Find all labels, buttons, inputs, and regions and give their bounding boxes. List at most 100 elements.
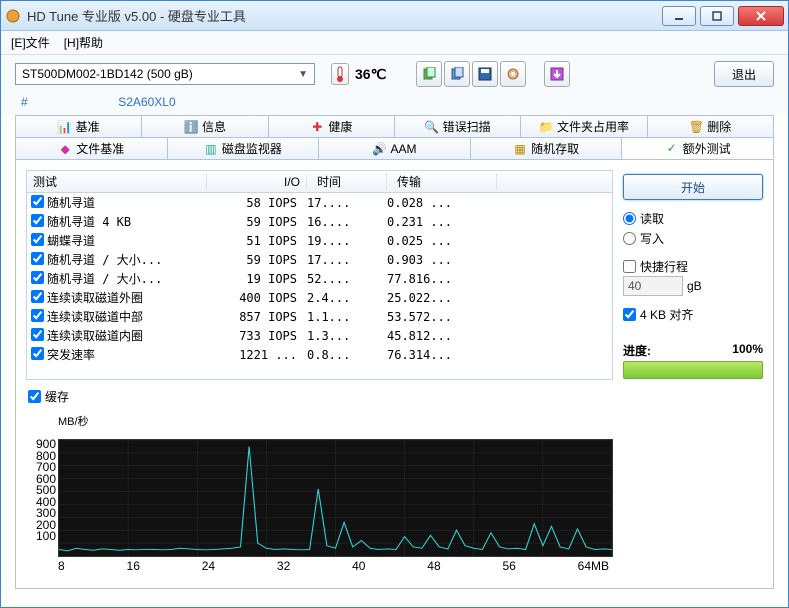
drive-select[interactable]: ST500DM002-1BD142 (500 gB) ▼: [15, 63, 315, 85]
tab-label: 额外测试: [683, 140, 731, 157]
row-checkbox[interactable]: [31, 233, 44, 246]
copy-info-button[interactable]: [416, 61, 442, 87]
x-tick: 48: [427, 559, 440, 573]
minimize-button[interactable]: [662, 6, 696, 26]
toolbar-icons-2: [544, 61, 570, 87]
table-row[interactable]: 随机寻道 4 KB59 IOPS16....0.231 ...: [27, 212, 612, 231]
table-row[interactable]: 连续读取磁道外圈400 IOPS2.4...25.022...: [27, 288, 612, 307]
app-window: HD Tune 专业版 v5.00 - 硬盘专业工具 [E]文件 [H]帮助 S…: [0, 0, 789, 608]
download-button[interactable]: [544, 61, 570, 87]
save-button[interactable]: [472, 61, 498, 87]
row-checkbox[interactable]: [31, 214, 44, 227]
row-time: 2.4...: [307, 291, 387, 305]
row-test: 连续读取磁道中部: [47, 308, 207, 325]
row-checkbox[interactable]: [31, 309, 44, 322]
y-axis: 900800700600500400300200100: [26, 439, 58, 557]
tab-label: AAM: [390, 142, 416, 156]
tab-删除[interactable]: 🗑删除: [648, 115, 774, 137]
x-tick: 24: [202, 559, 215, 573]
row-checkbox[interactable]: [31, 290, 44, 303]
row-xfer: 0.028 ...: [387, 196, 497, 210]
row-checkbox[interactable]: [31, 252, 44, 265]
row-time: 16....: [307, 215, 387, 229]
row-time: 0.8...: [307, 348, 387, 362]
row-io: 59 IOPS: [207, 215, 307, 229]
tab-icon: 🔍: [425, 120, 439, 134]
app-icon: [5, 8, 21, 24]
row-io: 857 IOPS: [207, 310, 307, 324]
row-xfer: 0.231 ...: [387, 215, 497, 229]
row-checkbox[interactable]: [31, 271, 44, 284]
y-tick: 100: [26, 531, 56, 543]
row-time: 1.1...: [307, 310, 387, 324]
table-row[interactable]: 随机寻道58 IOPS17....0.028 ...: [27, 193, 612, 212]
cache-label: 缓存: [45, 388, 69, 405]
row-xfer: 45.812...: [387, 329, 497, 343]
x-axis: 816243240485664MB: [58, 557, 613, 573]
menu-file[interactable]: [E]文件: [11, 34, 50, 51]
menu-help[interactable]: [H]帮助: [64, 34, 103, 51]
header-transfer[interactable]: 传输: [387, 173, 497, 190]
short-stroke-unit: gB: [687, 279, 702, 293]
row-io: 400 IOPS: [207, 291, 307, 305]
serial-row: # S2A60XL0: [1, 93, 788, 115]
table-row[interactable]: 蝴蝶寻道51 IOPS19....0.025 ...: [27, 231, 612, 250]
tab-文件基准[interactable]: ◆文件基准: [15, 137, 168, 159]
start-button[interactable]: 开始: [623, 174, 763, 200]
table-row[interactable]: 突发速率1221 ...0.8...76.314...: [27, 345, 612, 364]
tab-label: 删除: [707, 118, 731, 135]
exit-button[interactable]: 退出: [714, 61, 774, 87]
table-row[interactable]: 随机寻道 / 大小...59 IOPS17....0.903 ...: [27, 250, 612, 269]
table-row[interactable]: 连续读取磁道中部857 IOPS1.1...53.572...: [27, 307, 612, 326]
tab-随机存取[interactable]: ▦随机存取: [471, 137, 623, 159]
tab-磁盘监视器[interactable]: ▥磁盘监视器: [168, 137, 320, 159]
row-xfer: 0.903 ...: [387, 253, 497, 267]
tab-icon: ▦: [513, 142, 527, 156]
tab-icon: 🔊: [372, 142, 386, 156]
table-row[interactable]: 随机寻道 / 大小...19 IOPS52....77.816...: [27, 269, 612, 288]
serial-hash: #: [21, 95, 111, 109]
tab-信息[interactable]: ℹ️信息: [142, 115, 268, 137]
header-time[interactable]: 时间: [307, 173, 387, 190]
tab-label: 文件基准: [76, 140, 124, 157]
row-checkbox[interactable]: [31, 195, 44, 208]
chart-area: MB/秒 900800700600500400300200100 8162432…: [26, 413, 613, 573]
cache-checkbox[interactable]: 缓存: [28, 388, 611, 405]
tab-AAM[interactable]: 🔊 AAM: [319, 137, 471, 159]
cache-checkbox-input[interactable]: [28, 390, 41, 403]
menubar: [E]文件 [H]帮助: [1, 31, 788, 55]
tab-基准[interactable]: 📊基准: [15, 115, 142, 137]
maximize-button[interactable]: [700, 6, 734, 26]
row-time: 17....: [307, 196, 387, 210]
table-header: 测试 I/O 时间 传输: [27, 171, 612, 193]
tab-错误扫描[interactable]: 🔍错误扫描: [395, 115, 521, 137]
x-tick: 56: [502, 559, 515, 573]
table-row[interactable]: 连续读取磁道内圈733 IOPS1.3...45.812...: [27, 326, 612, 345]
x-tick: 8: [58, 559, 65, 573]
write-radio[interactable]: 写入: [623, 228, 763, 248]
tab-icon: ℹ️: [184, 120, 198, 134]
row-checkbox[interactable]: [31, 347, 44, 360]
tab-额外测试[interactable]: ✓额外测试: [622, 137, 774, 159]
header-io[interactable]: I/O: [207, 175, 307, 189]
header-test[interactable]: 测试: [27, 173, 207, 190]
row-checkbox[interactable]: [31, 328, 44, 341]
read-radio[interactable]: 读取: [623, 208, 763, 228]
tab-文件夹占用率[interactable]: 📁文件夹占用率: [521, 115, 647, 137]
short-stroke-checkbox[interactable]: 快捷行程: [623, 256, 763, 276]
row-io: 51 IOPS: [207, 234, 307, 248]
settings-button[interactable]: [500, 61, 526, 87]
short-stroke-size: gB: [623, 276, 763, 296]
row-test: 蝴蝶寻道: [47, 232, 207, 249]
row-io: 19 IOPS: [207, 272, 307, 286]
right-column: 开始 读取 写入 快捷行程 gB 4 KB 对齐 进度: 100%: [623, 170, 763, 578]
tab-label: 健康: [328, 118, 352, 135]
row-test: 随机寻道: [47, 194, 207, 211]
align-checkbox[interactable]: 4 KB 对齐: [623, 304, 763, 324]
tab-健康[interactable]: ✚健康: [269, 115, 395, 137]
close-button[interactable]: [738, 6, 784, 26]
row-time: 19....: [307, 234, 387, 248]
copy-screenshot-button[interactable]: [444, 61, 470, 87]
serial-value: S2A60XL0: [118, 95, 175, 109]
drive-select-text: ST500DM002-1BD142 (500 gB): [22, 67, 193, 81]
